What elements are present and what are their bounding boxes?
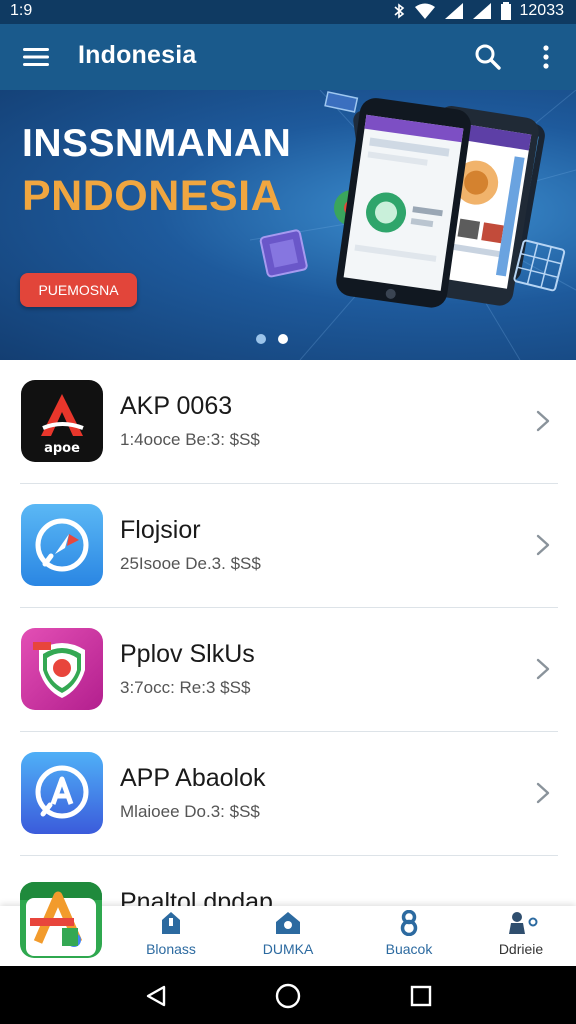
list-item-title: APP Abaolok [120,764,266,792]
list-item[interactable]: Pplov SlkUs 3:7occ: Re:3 $S$ [0,608,576,732]
bluetooth-icon [392,3,406,19]
nav-item-blonass[interactable]: Blonass [116,910,226,964]
nav-item-buacok[interactable]: Buacok [354,910,464,964]
status-time: 1:9 [10,2,33,19]
search-button[interactable] [468,38,508,76]
home-icon [162,912,180,934]
status-bar: 1:9 12033 [0,0,576,24]
bottom-navigation: Blonass DUMKA Buacok Ddrieie [0,882,576,966]
wifi-icon [414,3,436,19]
nav-label: Buacok [385,941,433,957]
home-button[interactable] [273,981,303,1011]
list-item[interactable]: APP Abaolok Mlaioee Do.3: $S$ [0,732,576,856]
back-button[interactable] [141,981,171,1011]
hamburger-menu-icon [23,48,49,66]
list-item-title: Pnaltol dpdap [120,888,273,906]
recents-button[interactable] [406,981,436,1011]
nav-label: Ddrieie [498,941,544,957]
carousel-indicator [256,334,288,344]
list-item-subtitle: 25Isooe De.3. $S$ [120,554,261,573]
banner-cta-button[interactable]: PUEMOSNA [20,273,137,307]
app-bar: Indonesia [0,24,576,90]
signal-icon [444,3,464,19]
status-clock-right: 12033 [519,2,565,19]
list-item-title: Flojsior [120,516,201,544]
carousel-dot-1[interactable] [256,334,266,344]
system-navigation-bar [0,966,576,1024]
list-item-subtitle: Mlaioee Do.3: $S$ [120,802,260,821]
back-triangle-icon [146,985,166,1007]
list-item-subtitle: 1:4ooce Be:3: $S$ [120,430,260,449]
list-item[interactable]: apoe AKP 0063 1:4ooce Be:3: $S$ [0,360,576,484]
carousel-dot-2[interactable] [278,334,288,344]
multicolor-a-app-icon[interactable] [20,882,102,958]
list-item-subtitle: 3:7occ: Re:3 $S$ [120,678,251,697]
chevron-right-icon [536,658,550,680]
app-store-icon [21,752,103,834]
promo-banner[interactable]: INSSNMANAN PNDONESIA PUEMOSNA [0,90,576,360]
apoe-logo-icon: apoe [21,380,103,462]
signal-icon-2 [472,3,492,19]
phones-illustration [259,91,566,308]
person-icon [509,912,538,934]
app-list: apoe AKP 0063 1:4ooce Be:3: $S$ Flojsior… [0,360,576,856]
list-item[interactable]: Flojsior 25Isooe De.3. $S$ [0,484,576,608]
chevron-right-icon [536,534,550,556]
house-icon [276,912,300,934]
status-icons: 12033 [392,2,565,20]
search-icon [475,44,501,70]
nav-label: DUMKA [262,941,314,957]
nav-item-ddrieie[interactable]: Ddrieie [466,910,576,964]
svg-text:apoe: apoe [44,441,80,456]
compass-app-icon [21,504,103,586]
chevron-right-icon [536,782,550,804]
nav-item-dumka[interactable]: DUMKA [233,910,343,964]
battery-icon [500,2,512,20]
number-eight-icon [400,910,418,936]
recents-square-icon [410,985,432,1007]
list-item-title: AKP 0063 [120,392,233,420]
chevron-right-icon [536,410,550,432]
home-circle-icon [275,983,301,1009]
more-vert-icon [543,45,549,69]
more-options-button[interactable] [530,38,562,76]
menu-button[interactable] [14,38,58,76]
list-item-title: Pplov SlkUs [120,640,255,668]
page-title: Indonesia [78,41,197,69]
nav-label: Blonass [146,941,196,957]
location-pin-app-icon [21,628,103,710]
